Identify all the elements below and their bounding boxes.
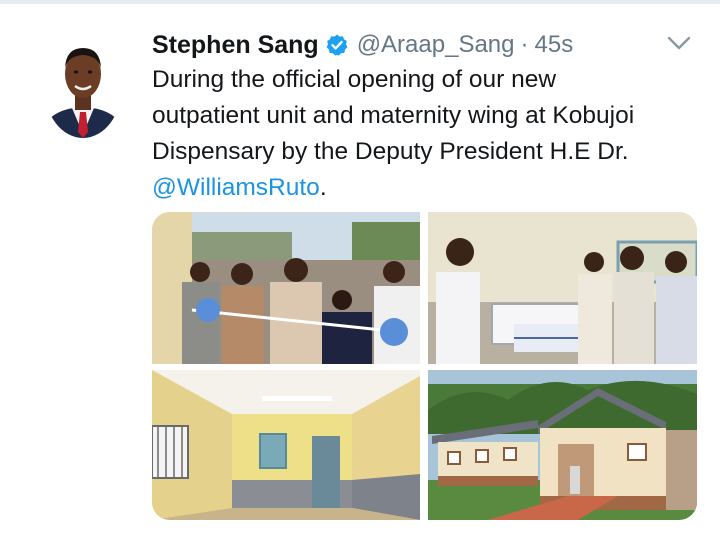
tweet-body: During the official opening of our new o…: [152, 62, 700, 206]
tweet-text-line: @WilliamsRuto.: [152, 170, 700, 206]
tweet-text-suffix: .: [319, 174, 327, 201]
chevron-down-icon[interactable]: [666, 30, 692, 56]
tweet-text-line: Dispensary by the Deputy President H.E D…: [152, 138, 629, 165]
photo-ribbon-cutting[interactable]: [152, 212, 420, 364]
tweet-header: Stephen Sang @Araap_Sang · 45s: [152, 28, 573, 62]
top-divider: [0, 0, 720, 4]
author-name[interactable]: Stephen Sang: [152, 31, 319, 60]
photo-maternity-ward[interactable]: [428, 212, 697, 364]
media-grid: [152, 212, 697, 520]
author-handle[interactable]: @Araap_Sang: [357, 31, 515, 59]
separator-dot: ·: [520, 31, 529, 58]
mention-link[interactable]: @WilliamsRuto: [152, 174, 320, 201]
photo-building-exterior[interactable]: [428, 370, 697, 520]
avatar[interactable]: [44, 34, 122, 138]
photo-room-interior[interactable]: [152, 370, 420, 520]
tweet-text-line: During the official opening of our new: [152, 66, 557, 93]
verified-badge-icon: [325, 33, 349, 57]
tweet-text-line: outpatient unit and maternity wing at Ko…: [152, 102, 635, 129]
timestamp[interactable]: 45s: [535, 31, 574, 59]
